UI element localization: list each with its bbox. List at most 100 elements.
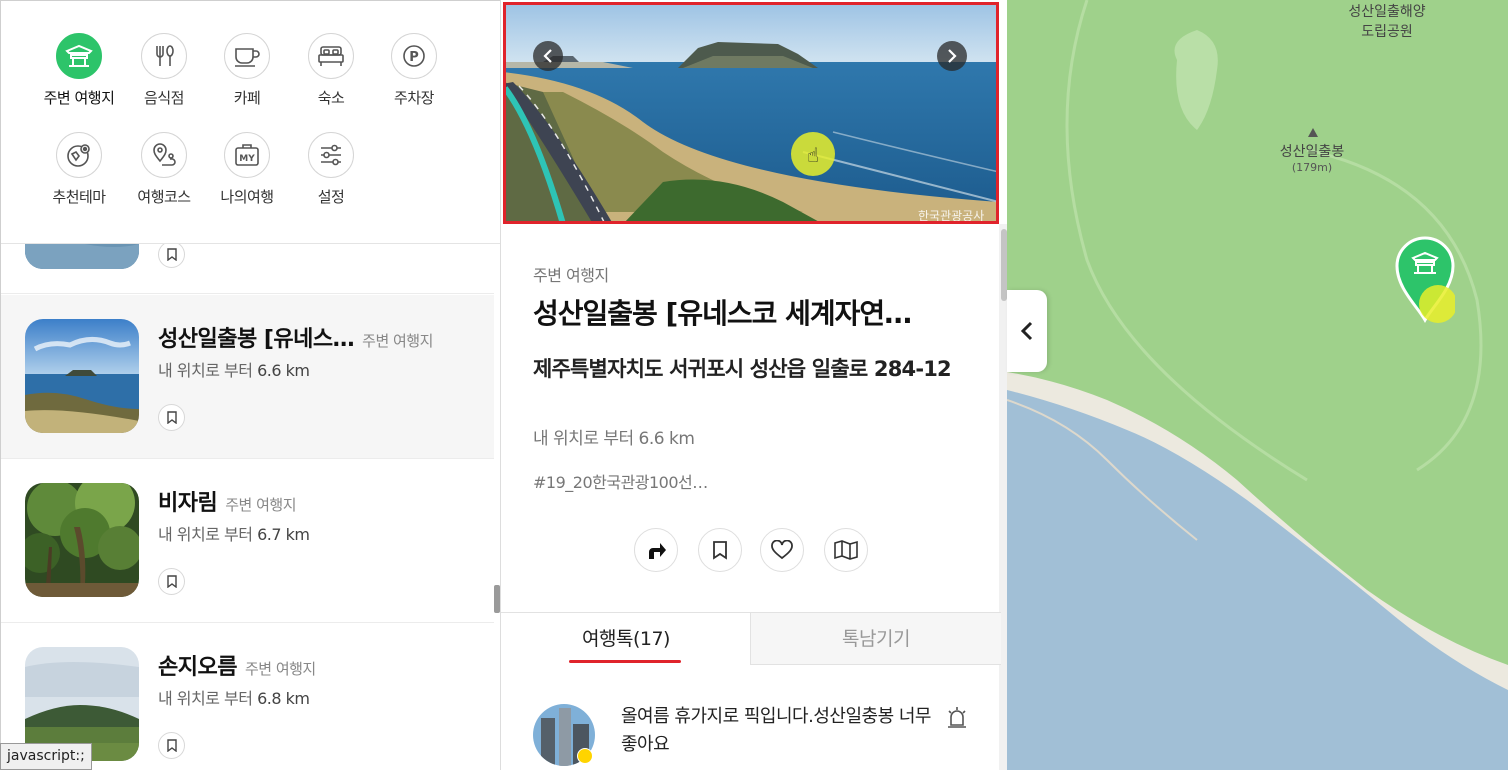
peak-elevation: (179m) <box>1291 161 1333 174</box>
map-label-park: 성산일출해양 도립공원 <box>1317 2 1457 42</box>
chat-badge-icon <box>577 748 593 764</box>
map-view-button[interactable] <box>824 528 868 572</box>
bookmark-button[interactable] <box>158 568 185 595</box>
detail-tags[interactable]: #19_20한국관광100선… <box>533 469 708 493</box>
theme-map-icon <box>56 132 102 178</box>
category-my-trip[interactable]: MY 나의여행 <box>199 132 295 207</box>
list-item-partial[interactable] <box>1 184 494 294</box>
heart-icon <box>771 540 793 560</box>
sliders-icon <box>308 132 354 178</box>
category-label: 여행코스 <box>137 188 191 206</box>
place-type: 주변 여행지 <box>244 660 316 678</box>
peak-triangle-icon <box>1308 128 1318 137</box>
place-type: 주변 여행지 <box>225 496 297 514</box>
detail-distance: 내 위치로 부터 6.6 km <box>533 429 695 449</box>
tab-travel-talk[interactable]: 여행톡(17) <box>501 613 751 665</box>
category-label: 설정 <box>317 188 345 206</box>
distance-prefix: 내 위치로 부터 <box>158 689 253 708</box>
peak-name: 성산일출봉 <box>1279 144 1345 160</box>
map-view[interactable]: 성산일출해양 도립공원 성산일출봉 (179m) <box>1007 0 1508 770</box>
left-panel: 주변 여행지 음식점 카페 숙소 P 주차장 추천테마 여행코스 MY 나의여행… <box>0 0 500 770</box>
directions-icon <box>649 543 666 559</box>
map-label-park-line2: 도립공원 <box>1361 24 1413 40</box>
category-label: 추천테마 <box>52 188 106 206</box>
bookmark-button[interactable] <box>158 404 185 431</box>
status-bar: javascript:; <box>0 743 92 770</box>
like-button[interactable] <box>760 528 804 572</box>
bookmark-icon <box>166 248 177 261</box>
category-lodging[interactable]: 숙소 <box>283 33 379 108</box>
list-item[interactable]: 비자림 주변 여행지 내 위치로 부터 6.7 km <box>1 459 494 623</box>
pavilion-icon <box>56 33 102 79</box>
bookmark-icon <box>166 739 177 752</box>
category-cafe[interactable]: 카페 <box>199 33 295 108</box>
bookmark-icon <box>166 575 177 588</box>
map-label-peak: 성산일출봉 (179m) <box>1252 141 1372 174</box>
distance-value: 6.7 km <box>257 525 310 544</box>
detail-scrollbar-track <box>999 224 1007 770</box>
place-name: 성산일출봉 [유네스… <box>158 327 355 352</box>
list-item-title-row: 성산일출봉 [유네스… 주변 여행지 <box>158 321 433 353</box>
category-settings[interactable]: 설정 <box>283 132 379 207</box>
my-bag-icon: MY <box>224 132 270 178</box>
directions-button[interactable] <box>634 528 678 572</box>
place-distance: 내 위치로 부터 6.8 km <box>158 685 310 709</box>
svg-text:MY: MY <box>239 154 255 164</box>
coffee-cup-icon <box>224 33 270 79</box>
detail-title: 성산일출봉 [유네스코 세계자연… <box>533 297 912 330</box>
category-course[interactable]: 여행코스 <box>116 132 212 207</box>
bookmark-icon <box>166 411 177 424</box>
category-nearby[interactable]: 주변 여행지 <box>31 33 127 108</box>
photo-next-button[interactable] <box>937 41 967 71</box>
place-type: 주변 여행지 <box>362 332 433 350</box>
photo-prev-button[interactable] <box>533 41 563 71</box>
distance-value: 6.6 km <box>257 361 310 380</box>
category-menu: 주변 여행지 음식점 카페 숙소 P 주차장 추천테마 여행코스 MY 나의여행… <box>1 1 500 244</box>
distance-prefix: 내 위치로 부터 <box>158 525 253 544</box>
collapse-panel-button[interactable] <box>1007 290 1047 372</box>
photo-highlight-frame <box>503 2 999 224</box>
category-label: 음식점 <box>144 89 184 107</box>
tab-leave-talk[interactable]: 톡남기기 <box>750 613 1001 665</box>
detail-category: 주변 여행지 <box>533 266 609 285</box>
category-parking[interactable]: P 주차장 <box>366 33 462 108</box>
place-name: 비자림 <box>158 491 218 516</box>
active-tab-indicator <box>569 660 681 663</box>
place-name: 손지오름 <box>158 655 237 680</box>
svg-text:P: P <box>409 50 419 65</box>
route-pin-icon <box>141 132 187 178</box>
detail-tabs: 여행톡(17) 톡남기기 <box>501 612 1001 665</box>
category-label: 주변 여행지 <box>43 89 115 107</box>
report-alarm-button[interactable] <box>945 705 969 733</box>
detail-address: 제주특별자치도 서귀포시 성산읍 일출로 284-12 <box>533 357 952 381</box>
place-thumbnail <box>25 483 139 597</box>
place-thumbnail <box>25 319 139 433</box>
category-label: 주차장 <box>394 89 434 107</box>
place-distance: 내 위치로 부터 6.7 km <box>158 521 310 545</box>
category-label: 카페 <box>233 89 261 107</box>
comment-text: 올여름 휴가지로 픽입니다.성산일충봉 너무 좋아요 <box>621 706 931 755</box>
bookmark-button[interactable] <box>698 528 742 572</box>
bookmark-icon <box>713 541 727 560</box>
detail-panel: ☝ 한국관광공사 주변 여행지 성산일출봉 [유네스코 세계자연… 제주특별자치… <box>500 0 1007 770</box>
list-item-title-row: 손지오름 주변 여행지 <box>158 649 316 681</box>
place-distance: 내 위치로 부터 6.6 km <box>158 357 310 381</box>
map-label-park-line1: 성산일출해양 <box>1348 4 1426 20</box>
bookmark-button[interactable] <box>158 241 185 268</box>
map-fold-icon <box>834 540 858 560</box>
chevron-left-icon <box>1021 321 1033 341</box>
distance-prefix: 내 위치로 부터 <box>158 361 253 380</box>
bed-icon <box>308 33 354 79</box>
siren-icon <box>948 707 966 728</box>
parking-icon: P <box>391 33 437 79</box>
chevron-left-icon <box>543 49 552 63</box>
category-label: 숙소 <box>317 89 345 107</box>
category-label: 나의여행 <box>220 188 274 206</box>
fork-knife-icon <box>141 33 187 79</box>
category-theme[interactable]: 추천테마 <box>31 132 127 207</box>
list-item[interactable]: 성산일출봉 [유네스… 주변 여행지 내 위치로 부터 6.6 km <box>1 295 494 459</box>
bookmark-button[interactable] <box>158 732 185 759</box>
map-marker[interactable] <box>1395 236 1457 330</box>
category-restaurant[interactable]: 음식점 <box>116 33 212 108</box>
distance-value: 6.8 km <box>257 689 310 708</box>
